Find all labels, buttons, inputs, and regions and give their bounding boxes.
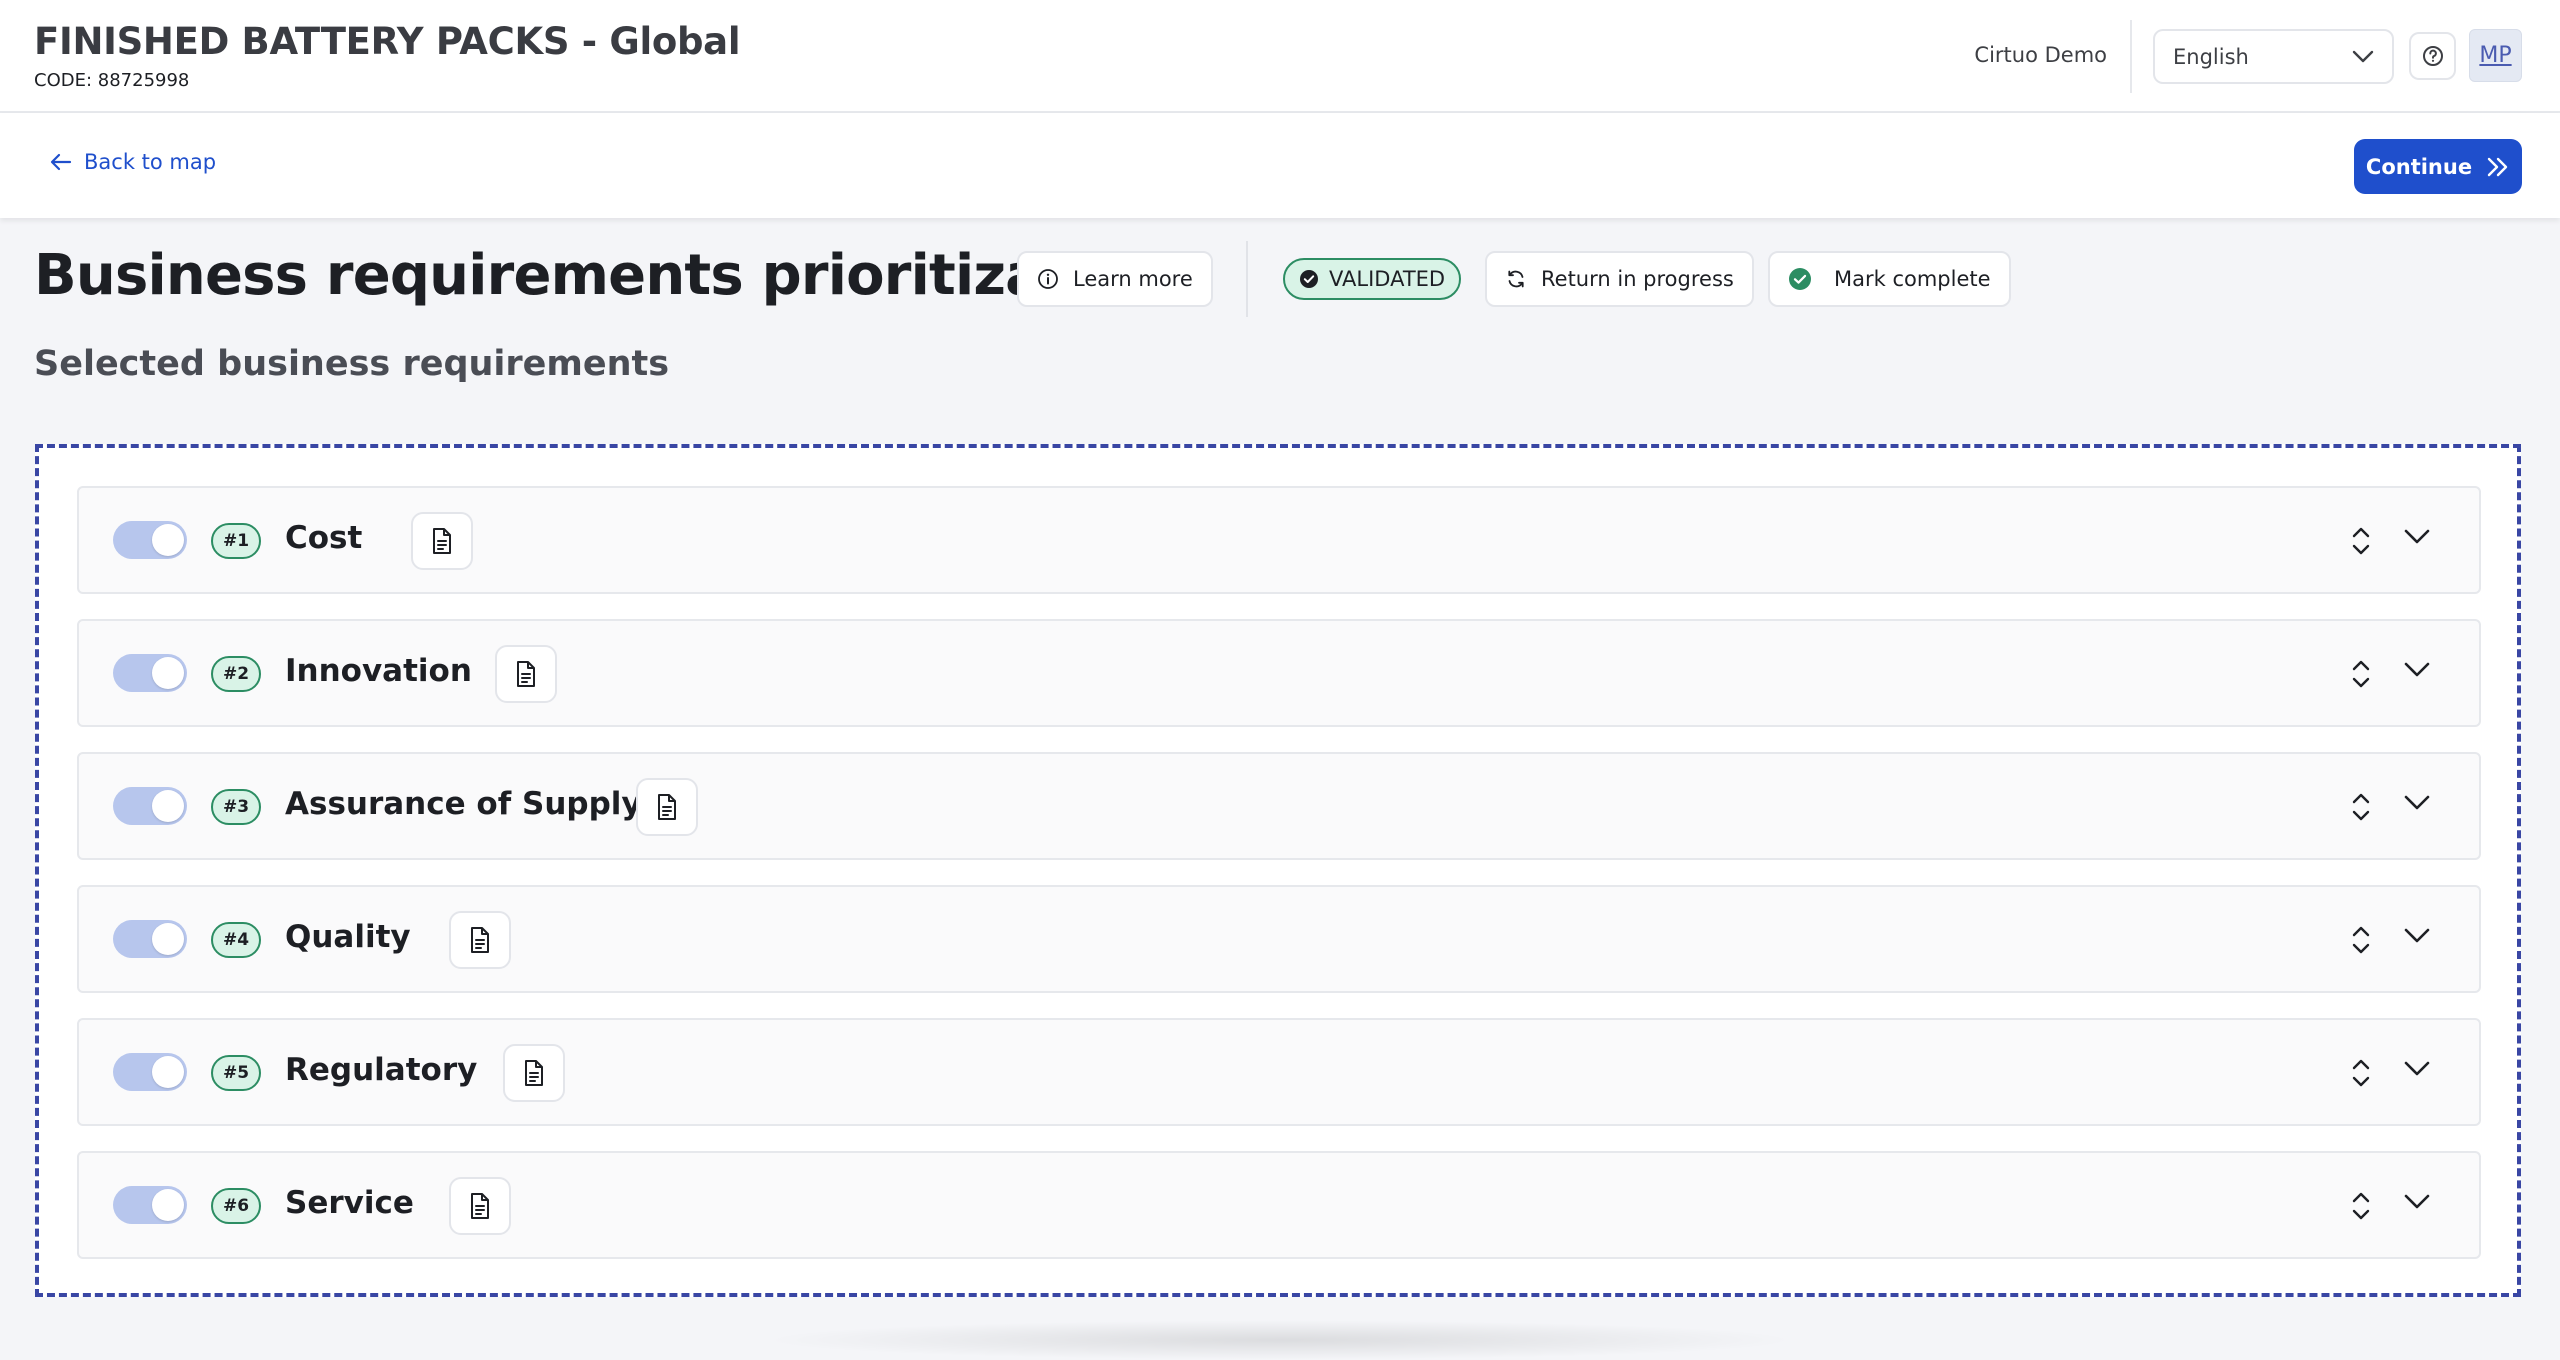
requirement-row[interactable]: #4 Quality xyxy=(77,885,2481,993)
toggle-knob xyxy=(152,923,184,955)
status-badge: VALIDATED xyxy=(1283,258,1462,300)
requirements-dropzone: #1 Cost #2 Innovation #3 Assurance of Su… xyxy=(35,444,2521,1297)
requirement-row[interactable]: #3 Assurance of Supply xyxy=(77,752,2481,860)
requirement-label: Assurance of Supply xyxy=(285,786,642,822)
user-avatar[interactable]: MP xyxy=(2469,29,2522,82)
help-button[interactable] xyxy=(2409,32,2456,80)
header-divider xyxy=(2130,20,2132,93)
sort-icon[interactable] xyxy=(2350,524,2372,558)
chevron-down-icon[interactable] xyxy=(2403,1193,2431,1211)
requirement-toggle[interactable] xyxy=(113,920,187,958)
requirement-label: Service xyxy=(285,1185,414,1221)
arrow-left-icon xyxy=(50,153,72,171)
page-title: Business requirements prioritization xyxy=(34,243,1164,308)
language-select[interactable]: English xyxy=(2153,29,2394,84)
rank-badge: #6 xyxy=(211,1188,261,1224)
continue-label: Continue xyxy=(2365,154,2473,179)
rank-badge: #5 xyxy=(211,1055,261,1091)
return-in-progress-button[interactable]: Return in progress xyxy=(1485,251,1754,307)
refresh-icon xyxy=(1508,270,1524,288)
requirement-label: Quality xyxy=(285,919,411,955)
double-chevron-right-icon xyxy=(2487,157,2508,176)
continue-button[interactable]: Continue xyxy=(2354,139,2522,194)
learn-more-label: Learn more xyxy=(1073,267,1193,291)
chevron-down-icon[interactable] xyxy=(2403,1060,2431,1078)
organization-name: Cirtuo Demo xyxy=(1974,43,2107,67)
document-icon xyxy=(471,1193,489,1219)
requirement-toggle[interactable] xyxy=(113,654,187,692)
chevron-down-icon[interactable] xyxy=(2403,927,2431,945)
requirement-toggle[interactable] xyxy=(113,1053,187,1091)
requirement-toggle[interactable] xyxy=(113,521,187,559)
rank-badge: #2 xyxy=(211,656,261,692)
sort-icon[interactable] xyxy=(2350,657,2372,691)
app-title: FINISHED BATTERY PACKS - Global xyxy=(34,20,741,63)
requirement-label: Regulatory xyxy=(285,1052,478,1088)
toggle-knob xyxy=(152,657,184,689)
rank-badge: #3 xyxy=(211,789,261,825)
document-icon xyxy=(517,661,535,687)
top-header: FINISHED BATTERY PACKS - Global CODE: 88… xyxy=(0,0,2560,113)
back-to-map-link[interactable]: Back to map xyxy=(50,150,216,174)
info-icon xyxy=(1038,269,1058,289)
language-value: English xyxy=(2173,44,2249,69)
requirement-toggle[interactable] xyxy=(113,1186,187,1224)
rank-badge: #4 xyxy=(211,922,261,958)
document-button[interactable] xyxy=(411,512,473,570)
document-button[interactable] xyxy=(449,1177,511,1235)
document-icon xyxy=(471,927,489,953)
sort-icon[interactable] xyxy=(2350,923,2372,957)
mark-complete-button[interactable]: Mark complete xyxy=(1768,251,2011,307)
status-label: VALIDATED xyxy=(1329,267,1446,291)
category-code: CODE: 88725998 xyxy=(34,70,190,91)
sort-icon[interactable] xyxy=(2350,1056,2372,1090)
section-title: Selected business requirements xyxy=(34,344,670,384)
requirement-toggle[interactable] xyxy=(113,787,187,825)
requirement-label: Innovation xyxy=(285,653,472,689)
requirement-row[interactable]: #2 Innovation xyxy=(77,619,2481,727)
check-circle-icon xyxy=(1300,270,1318,288)
requirement-row[interactable]: #6 Service xyxy=(77,1151,2481,1259)
toggle-knob xyxy=(152,790,184,822)
toggle-knob xyxy=(152,1056,184,1088)
sort-icon[interactable] xyxy=(2350,1189,2372,1223)
chevron-down-icon[interactable] xyxy=(2403,528,2431,546)
action-bar: Back to map Continue xyxy=(0,113,2560,218)
learn-more-button[interactable]: Learn more xyxy=(1017,251,1213,307)
document-button[interactable] xyxy=(449,911,511,969)
document-icon xyxy=(433,528,451,554)
requirement-label: Cost xyxy=(285,520,363,556)
chevron-down-icon xyxy=(2352,50,2374,62)
document-button[interactable] xyxy=(503,1044,565,1102)
chevron-down-icon[interactable] xyxy=(2403,794,2431,812)
mark-complete-label: Mark complete xyxy=(1834,267,1991,291)
chevron-down-icon[interactable] xyxy=(2403,661,2431,679)
toggle-knob xyxy=(152,524,184,556)
document-icon xyxy=(658,794,676,820)
requirement-row[interactable]: #5 Regulatory xyxy=(77,1018,2481,1126)
document-button[interactable] xyxy=(636,778,698,836)
back-to-map-label: Back to map xyxy=(84,150,217,174)
check-circle-icon xyxy=(1789,268,1811,290)
title-divider xyxy=(1246,241,1248,317)
toggle-knob xyxy=(152,1189,184,1221)
rank-badge: #1 xyxy=(211,523,261,559)
return-in-progress-label: Return in progress xyxy=(1541,267,1734,291)
footer-shadow xyxy=(760,1320,1800,1360)
sort-icon[interactable] xyxy=(2350,790,2372,824)
document-icon xyxy=(525,1060,543,1086)
requirement-row[interactable]: #1 Cost xyxy=(77,486,2481,594)
help-circle-icon xyxy=(2422,46,2443,66)
document-button[interactable] xyxy=(495,645,557,703)
